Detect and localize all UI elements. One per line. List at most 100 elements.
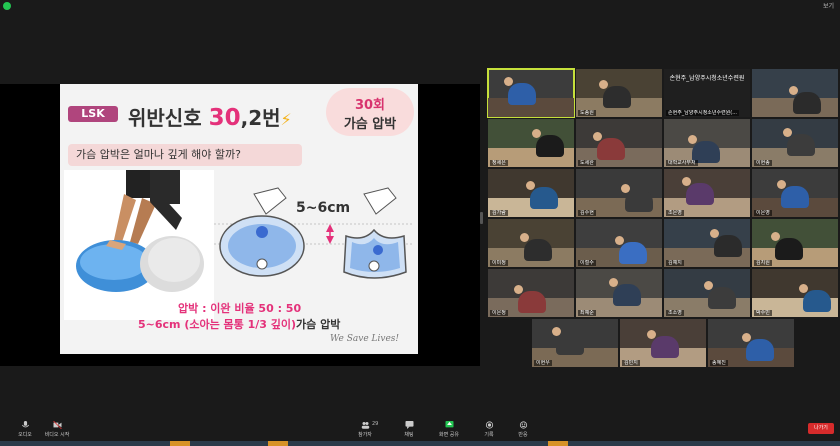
participant-name: 정세은 [490,160,508,166]
participant-name: 김수현 [578,210,596,216]
participant-name: 최예준 [578,310,596,316]
participant-name: 조은영 [666,210,684,216]
chat-icon [405,421,413,429]
participant-name: 이은정 [490,310,508,316]
lightning-icon: ⚡ [280,110,292,129]
participant-video [625,190,653,212]
caption-depth: 5~6cm (소아는 몸통 1/3 깊이)가슴 압박 [138,316,340,332]
participant-video [781,186,809,208]
participant-name: 송혜진 [710,360,728,366]
caption-ratio: 압박 : 이완 비율 50 : 50 [178,302,302,315]
participant-video [714,235,742,257]
participant-tile[interactable]: 손현주_남양주시청소년수련원손현주_남양주시청소년수련원(... [664,69,750,117]
camera-icon [52,421,62,429]
participant-tile[interactable]: 이철수 [576,219,662,267]
participant-tile[interactable]: 이은정 [488,269,574,317]
splitter-handle[interactable] [480,212,483,224]
participants-icon [361,422,369,429]
participant-name: 이현우 [534,360,552,366]
top-bar: 보기 [0,0,840,12]
participant-tile[interactable]: 김수현 [576,169,662,217]
share-screen-icon [445,421,453,428]
slide-title-suffix: ,2번 [240,106,281,130]
participant-gallery: 도종원 손현주_남양주시청소년수련원손현주_남양주시청소년수련원(... 정세은 도세… [487,68,838,369]
bubble-label: 가슴 압박 [343,117,397,132]
slide-signature: We Save Lives! [330,334,400,344]
participant-tile[interactable]: 김가람 [488,169,574,217]
participant-name: 손현주_남양주시청소년수련원(... [666,110,740,116]
view-button[interactable]: 보기 [823,1,834,10]
participant-video [793,92,821,114]
participant-name: 김지원 [754,260,772,266]
participant-name: 김예지 [666,260,684,266]
participant-tile[interactable]: 이미정 [488,219,574,267]
participant-video [746,339,774,361]
caption-depth-main: 5~6cm (소아는 몸통 1/3 깊이) [138,318,297,331]
participant-video [619,242,647,264]
participant-tile[interactable]: 김민지 [620,319,706,367]
smiley-icon [519,421,527,429]
participant-name: 이철수 [578,260,596,266]
slide-question: 가슴 압박은 얼마나 깊게 해야 할까? [68,144,302,166]
participant-tile[interactable]: 조소영 [664,269,750,317]
participant-video [524,239,552,261]
participant-tile[interactable]: 조은영 [664,169,750,217]
participant-name: 조소영 [666,310,684,316]
participant-name: 도종원 [578,110,596,116]
participant-name-center: 손현주_남양주시청소년수련원 [669,75,745,82]
depth-label: 5~6cm [296,200,351,216]
participant-name: 도세완 [578,160,596,166]
participant-name: 김민지 [622,360,640,366]
microphone-icon [21,421,29,428]
participant-tile[interactable] [752,69,838,117]
security-shield-icon[interactable] [3,2,11,10]
participant-tile[interactable]: 이현우 [532,319,618,367]
participant-name: 김가람 [490,210,508,216]
record-icon [485,421,493,429]
presentation-slide: LSK 위반신호 30,2번⚡ 30회 가슴 압박 가슴 압박은 얼마나 깊게 … [60,84,418,354]
participant-tile[interactable]: 김예지 [664,219,750,267]
leave-button[interactable]: 나가기 [808,423,834,434]
participant-name: 이현종 [754,160,772,166]
participant-tile[interactable]: 최예준 [576,269,662,317]
participant-video [708,287,736,309]
participant-video [530,187,558,209]
slide-bubble: 30회 가슴 압박 [326,88,414,136]
participant-tile[interactable]: 송혜진 [708,319,794,367]
participant-tile[interactable]: 이현종 [752,119,838,167]
participant-video [597,138,625,160]
participant-tile[interactable]: 이은영 [752,169,838,217]
caption-depth-tail: 가슴 압박 [296,318,341,331]
cpr-illustration [64,170,214,320]
participant-name: 대학교사무처 [666,160,698,166]
participant-name: 이미정 [490,260,508,266]
participant-tile[interactable]: 정세은 [488,119,574,167]
shared-screen: LSK 위반신호 30,2번⚡ 30회 가슴 압박 가슴 압박은 얼마나 깊게 … [0,84,480,366]
participant-video [518,291,546,313]
lsk-logo: LSK [68,106,118,122]
participant-tile[interactable] [487,68,575,118]
slide-title-number: 30 [208,105,241,131]
participant-video [613,284,641,306]
participant-tile[interactable]: 김지원 [752,219,838,267]
participants-count: 29 [372,421,379,427]
zoom-window: 보기 LSK 위반신호 30,2번⚡ 30회 가슴 압박 가슴 압박은 얼마나 … [0,0,840,446]
participant-tile[interactable]: 대학교사무처 [664,119,750,167]
participant-tile[interactable]: 도세완 [576,119,662,167]
participant-video [787,134,815,156]
participant-video [686,183,714,205]
participant-video [536,135,564,157]
bubble-count: 30회 [354,98,386,113]
taskbar-strip [0,441,840,446]
participant-video [508,83,536,105]
participant-video [775,238,803,260]
slide-title-main: 위반신호 [128,106,209,130]
participant-tile[interactable]: 도종원 [576,69,662,117]
participant-name: 박수민 [754,310,772,316]
participant-video [803,290,831,312]
participant-name: 이은영 [754,210,772,216]
slide-title: 위반신호 30,2번⚡ [128,102,292,131]
participant-tile[interactable]: 박수민 [752,269,838,317]
participant-video [603,86,631,108]
participant-video [556,333,584,355]
